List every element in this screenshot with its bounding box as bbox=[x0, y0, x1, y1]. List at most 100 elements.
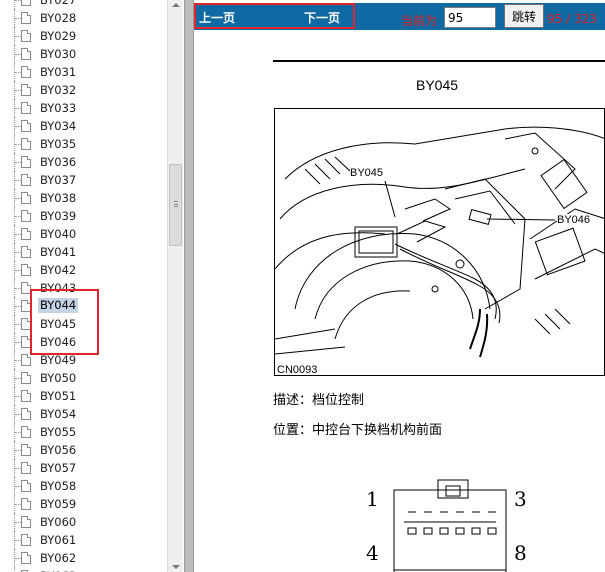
tree-item[interactable]: BY056 bbox=[0, 441, 167, 459]
tree-item[interactable]: BY051 bbox=[0, 387, 167, 405]
tree-item[interactable]: BY037 bbox=[0, 171, 167, 189]
tree-item[interactable]: BY027 bbox=[0, 0, 167, 9]
document-icon bbox=[21, 12, 31, 24]
tree-item-label: BY056 bbox=[40, 443, 77, 457]
jump-button[interactable]: 跳转 bbox=[504, 4, 544, 28]
tree-item[interactable]: BY063 bbox=[0, 567, 167, 572]
tree-item[interactable]: BY028 bbox=[0, 9, 167, 27]
pin-label-top-right: 3 bbox=[514, 487, 527, 511]
connector-title: BY045 bbox=[416, 77, 459, 93]
grip-icon bbox=[174, 201, 178, 207]
scroll-thumb[interactable] bbox=[169, 164, 182, 246]
tree-item-label: BY051 bbox=[40, 389, 77, 403]
document-icon bbox=[21, 138, 31, 150]
tree-item[interactable]: BY061 bbox=[0, 531, 167, 549]
connector-tree: BY027 BY028 BY029 BY030 BY031 BY032 BY033 BY034… bbox=[0, 0, 167, 572]
next-page-link[interactable]: 下一页 bbox=[304, 9, 340, 26]
prev-page-link[interactable]: 上一页 bbox=[199, 9, 235, 26]
tree-item-label: BY041 bbox=[40, 245, 77, 259]
tree-item-label: BY027 bbox=[40, 0, 77, 7]
description-text: 描述：档位控制 bbox=[273, 393, 365, 408]
tree-item[interactable]: BY031 bbox=[0, 63, 167, 81]
mechanism-drawing bbox=[275, 126, 605, 358]
document-icon bbox=[21, 120, 31, 132]
tree-item[interactable]: BY054 bbox=[0, 405, 167, 423]
tree-item-label: BY060 bbox=[40, 515, 77, 529]
document-icon bbox=[21, 84, 31, 96]
document-pane: 上一页 下一页 当前为 跳转 95 / 323 BY045 bbox=[194, 0, 605, 572]
document-icon bbox=[21, 48, 31, 60]
document-icon bbox=[21, 66, 31, 78]
scroll-up-icon[interactable] bbox=[172, 3, 180, 7]
tree-item-label: BY042 bbox=[40, 263, 77, 277]
document-icon bbox=[21, 210, 31, 222]
document-icon bbox=[21, 30, 31, 42]
tree-item[interactable]: BY032 bbox=[0, 81, 167, 99]
document-icon bbox=[21, 390, 31, 402]
pane-splitter[interactable] bbox=[184, 0, 194, 572]
tree-item[interactable]: BY049 bbox=[0, 351, 167, 369]
tree-item[interactable]: BY039 bbox=[0, 207, 167, 225]
tree-item-label: BY035 bbox=[40, 137, 77, 151]
scroll-down-icon[interactable] bbox=[172, 565, 180, 569]
tree-item[interactable]: BY041 bbox=[0, 243, 167, 261]
tree-item[interactable]: BY060 bbox=[0, 513, 167, 531]
tree-item-label: BY039 bbox=[40, 209, 77, 223]
tree-item[interactable]: BY044 bbox=[0, 297, 167, 315]
page-count: 95 / 323 bbox=[547, 12, 597, 26]
pin-label-top-left: 1 bbox=[366, 487, 379, 511]
tree-item[interactable]: BY034 bbox=[0, 117, 167, 135]
tree-item[interactable]: BY029 bbox=[0, 27, 167, 45]
document-icon bbox=[21, 318, 31, 330]
callout-label-right: BY046 bbox=[557, 214, 591, 226]
title-rule bbox=[273, 60, 605, 62]
tree-item[interactable]: BY055 bbox=[0, 423, 167, 441]
document-icon bbox=[21, 444, 31, 456]
document-icon bbox=[21, 480, 31, 492]
current-page-label: 当前为 bbox=[401, 14, 438, 28]
tree-connector-line bbox=[14, 0, 15, 9]
figure-code: CN0093 bbox=[277, 364, 318, 376]
tree-item[interactable]: BY046 bbox=[0, 333, 167, 351]
tree-item-label: BY059 bbox=[40, 497, 77, 511]
tree-item[interactable]: BY033 bbox=[0, 99, 167, 117]
tree-scrollbar[interactable] bbox=[167, 0, 183, 572]
document-icon bbox=[21, 282, 31, 294]
tree-item[interactable]: BY062 bbox=[0, 549, 167, 567]
tree-item-label: BY057 bbox=[40, 461, 77, 475]
page-toolbar: 上一页 下一页 当前为 跳转 95 / 323 bbox=[194, 0, 605, 32]
tree-item[interactable]: BY043 bbox=[0, 279, 167, 297]
tree-item[interactable]: BY045 bbox=[0, 315, 167, 333]
tree-item-label: BY063 bbox=[38, 567, 78, 572]
connector-location-figure: BY045 BY046 CN0093 bbox=[274, 108, 605, 376]
document-icon bbox=[21, 156, 31, 168]
tree-item-label: BY055 bbox=[40, 425, 77, 439]
tree-item[interactable]: BY042 bbox=[0, 261, 167, 279]
tree-item-label: BY031 bbox=[40, 65, 77, 79]
callout-label-left: BY045 bbox=[350, 167, 384, 179]
tree-item[interactable]: BY030 bbox=[0, 45, 167, 63]
tree-item-label: BY061 bbox=[40, 533, 77, 547]
tree-item-label: BY030 bbox=[40, 47, 77, 61]
tree-item-label: BY036 bbox=[40, 155, 77, 169]
document-icon bbox=[21, 264, 31, 276]
document-icon bbox=[21, 0, 31, 6]
tree-item[interactable]: BY050 bbox=[0, 369, 167, 387]
page-number-input[interactable] bbox=[444, 7, 496, 28]
tree-item-label: BY037 bbox=[40, 173, 77, 187]
document-icon bbox=[21, 174, 31, 186]
tree-item[interactable]: BY058 bbox=[0, 477, 167, 495]
tree-item-label: BY058 bbox=[40, 479, 77, 493]
pin-label-bottom-left: 4 bbox=[366, 541, 379, 565]
tree-item[interactable]: BY038 bbox=[0, 189, 167, 207]
tree-list: BY027 BY028 BY029 BY030 BY031 BY032 BY033 BY034… bbox=[0, 0, 167, 572]
tree-item[interactable]: BY035 bbox=[0, 135, 167, 153]
document-icon bbox=[21, 102, 31, 114]
tree-item[interactable]: BY036 bbox=[0, 153, 167, 171]
tree-item-label: BY045 bbox=[40, 317, 77, 331]
tree-item[interactable]: BY057 bbox=[0, 459, 167, 477]
location-text: 位置：中控台下换档机构前面 bbox=[273, 423, 443, 438]
tree-item[interactable]: BY040 bbox=[0, 225, 167, 243]
document-icon bbox=[21, 336, 31, 348]
tree-item[interactable]: BY059 bbox=[0, 495, 167, 513]
